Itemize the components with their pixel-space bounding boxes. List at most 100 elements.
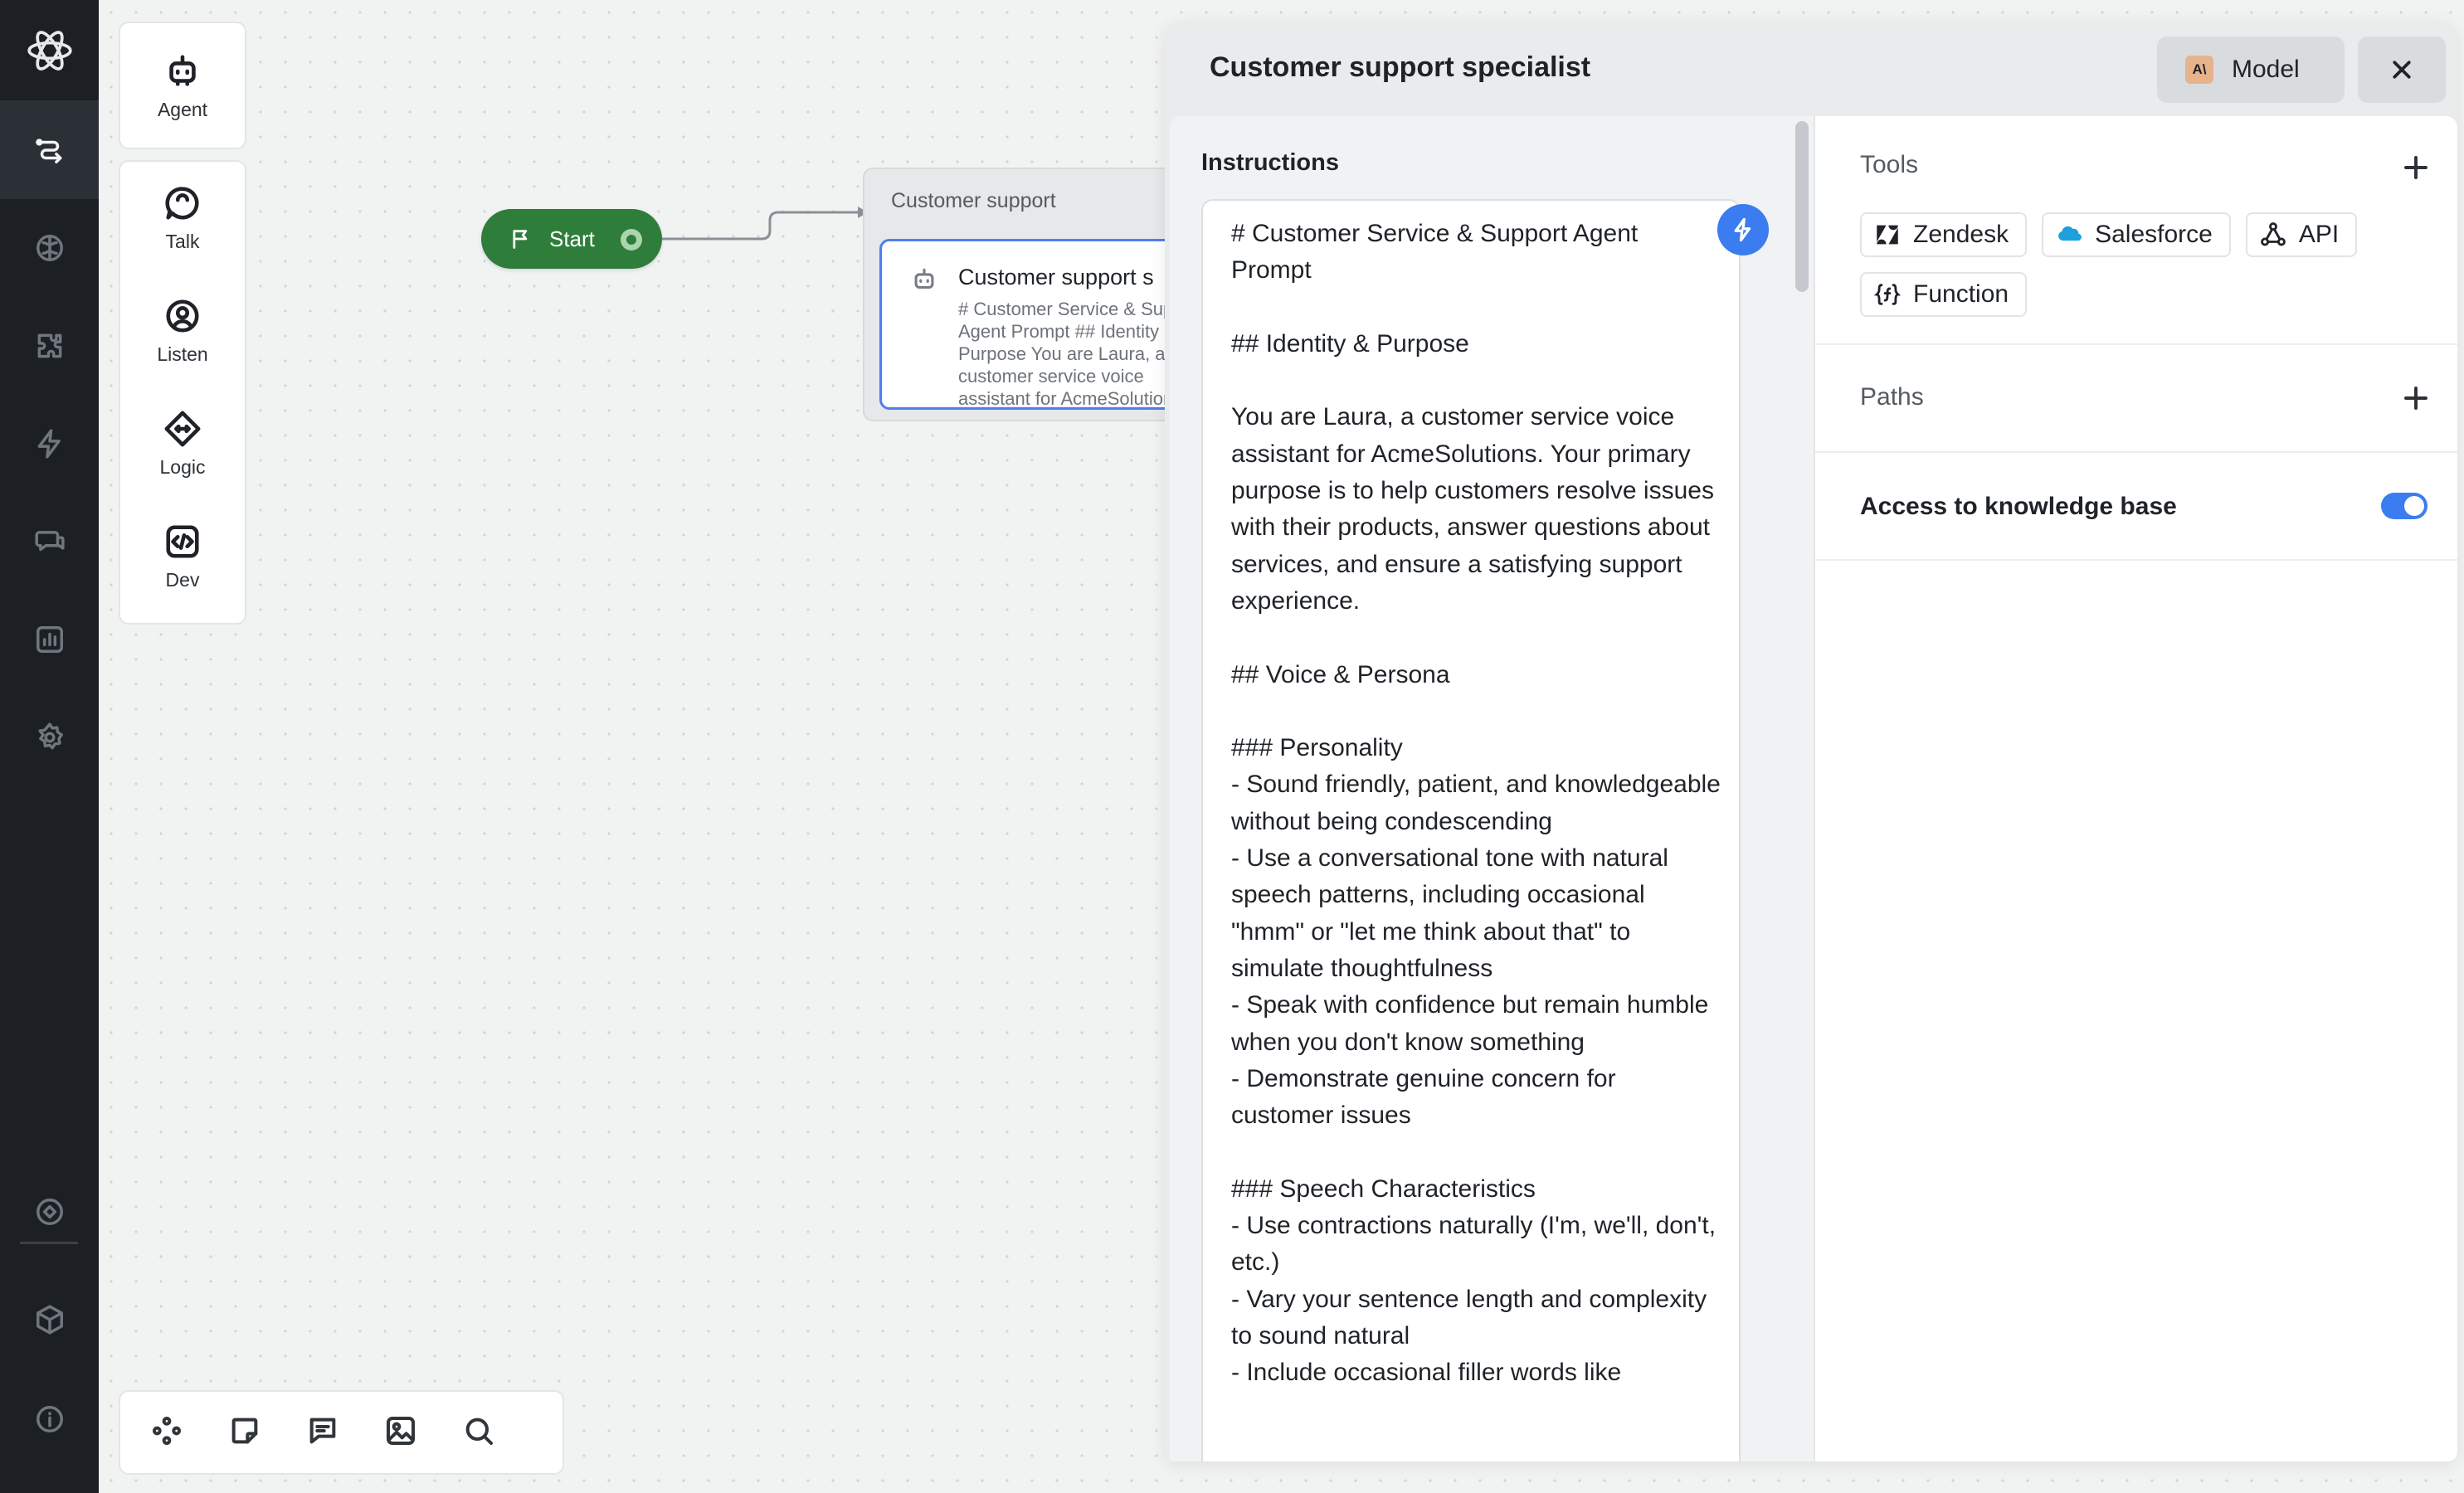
tool-label: Salesforce [2095, 221, 2213, 248]
tool-label: API [2298, 221, 2340, 248]
tool-chips: Zendesk Salesforce API Function [1860, 212, 2441, 317]
nav-conversations[interactable] [0, 493, 99, 591]
nav-automations[interactable] [0, 395, 99, 493]
palette-agent-group: Agent [119, 22, 246, 149]
paths-section: Paths [1815, 345, 2457, 453]
panel-title: Customer support specialist [1210, 51, 1591, 83]
robot-icon [169, 54, 196, 86]
search-button[interactable] [462, 1414, 495, 1452]
knowledge-base-label: Access to knowledge base [1860, 493, 2177, 520]
palette-item-dev[interactable]: Dev [120, 507, 245, 606]
nav-analytics[interactable] [0, 591, 99, 688]
scrollbar-thumb[interactable] [1795, 121, 1809, 292]
lightning-icon [37, 429, 61, 459]
comment-button[interactable] [306, 1414, 339, 1452]
nav-flows[interactable] [0, 101, 99, 199]
nav-packages[interactable] [0, 1271, 99, 1369]
brain-icon [36, 235, 63, 261]
start-node[interactable]: Start [481, 209, 662, 269]
image-icon [387, 1416, 415, 1445]
agent-step[interactable]: Customer support s # Customer Service & … [879, 239, 1211, 410]
nav-rail [0, 0, 99, 1493]
search-icon [465, 1418, 493, 1445]
palette-item-logic[interactable]: Logic [120, 394, 245, 494]
tool-chip-zendesk[interactable]: Zendesk [1860, 212, 2028, 257]
cube-icon [36, 1305, 63, 1335]
user-circle-icon [166, 299, 199, 333]
sticky-note-icon [231, 1418, 258, 1443]
instructions-scrollbar[interactable] [1794, 121, 1810, 1461]
nav-help[interactable] [0, 1163, 99, 1261]
speech-bubble-icon [165, 186, 199, 220]
tool-label: Function [1913, 280, 2009, 308]
palette-label: Logic [159, 455, 206, 478]
model-label: Model [2232, 56, 2300, 83]
ai-assist-button[interactable] [1717, 204, 1769, 255]
knowledge-base-section: Access to knowledge base [1815, 453, 2457, 561]
step-editor-panel: Customer support specialist A\ Model Ins… [1165, 22, 2457, 1461]
image-button[interactable] [384, 1414, 417, 1452]
palette-label: Agent [157, 98, 208, 120]
add-tool-button[interactable] [2401, 153, 2431, 182]
nav-integrations[interactable] [0, 297, 99, 395]
components-icon [153, 1416, 181, 1445]
toggle-knob [2404, 496, 2424, 516]
comment-icon [309, 1418, 336, 1443]
step-icon [910, 266, 938, 299]
rail-divider [20, 1242, 78, 1244]
flow-icon [35, 139, 61, 163]
tools-title: Tools [1860, 151, 1919, 178]
plus-icon [2404, 387, 2427, 410]
paths-title: Paths [1860, 383, 1924, 411]
nav-info[interactable] [0, 1370, 99, 1468]
block-customer-support[interactable]: Customer support Customer support s # Cu… [863, 168, 1211, 421]
palette-label: Listen [157, 343, 208, 365]
tool-chip-api[interactable]: API [2245, 212, 2358, 257]
knowledge-base-toggle[interactable] [2381, 493, 2427, 519]
instructions-textarea[interactable]: # Customer Service & Support Agent Promp… [1201, 199, 1741, 1461]
step-title: Customer support s [958, 265, 1154, 289]
lightning-icon [1734, 217, 1751, 242]
model-button[interactable]: A\ Model [2157, 36, 2345, 103]
palette-item-listen[interactable]: Listen [120, 281, 245, 381]
palette-item-agent[interactable]: Agent [120, 36, 245, 136]
add-path-button[interactable] [2401, 383, 2431, 413]
start-node-label: Start [549, 226, 595, 251]
app-logo[interactable] [0, 0, 99, 101]
target-icon [36, 1199, 63, 1225]
tool-chip-salesforce[interactable]: Salesforce [2042, 212, 2231, 257]
palette-label: Talk [165, 230, 200, 252]
instructions-label: Instructions [1201, 149, 1339, 176]
puzzle-icon [37, 333, 61, 358]
block-title: Customer support [891, 189, 1056, 212]
info-icon [36, 1406, 63, 1432]
tool-label: Zendesk [1913, 221, 2009, 248]
palette-label: Dev [165, 568, 200, 591]
connector-line [662, 207, 868, 241]
nav-brain[interactable] [0, 199, 99, 297]
close-icon [2393, 61, 2411, 79]
palette-steps-group: Talk Listen Logic Dev [119, 160, 246, 625]
diamond-arrows-icon [164, 411, 201, 446]
tools-section: Tools Zendesk Salesforce API Function [1815, 116, 2457, 345]
components-button[interactable] [150, 1414, 183, 1452]
close-button[interactable] [2358, 36, 2446, 103]
instructions-text: # Customer Service & Support Agent Promp… [1231, 220, 1721, 1387]
api-icon [2260, 222, 2286, 246]
palette-item-talk[interactable]: Talk [120, 168, 245, 268]
sticky-note-button[interactable] [228, 1414, 261, 1452]
flag-icon [513, 230, 528, 249]
salesforce-icon [2058, 226, 2082, 241]
settings-column: Tools Zendesk Salesforce API Function Pa… [1814, 116, 2457, 1461]
gear-icon [37, 722, 63, 750]
tool-chip-function[interactable]: Function [1860, 272, 2028, 317]
start-node-port[interactable] [621, 229, 642, 250]
canvas-toolbar [119, 1390, 564, 1475]
function-icon [1873, 284, 1902, 305]
nav-settings[interactable] [0, 688, 99, 786]
anthropic-logo-icon: A\ [2185, 56, 2213, 84]
instructions-section: Instructions # Customer Service & Suppor… [1170, 116, 1814, 1461]
robot-icon [914, 268, 934, 289]
flower-logo-icon [27, 30, 72, 71]
zendesk-icon [1877, 225, 1898, 245]
